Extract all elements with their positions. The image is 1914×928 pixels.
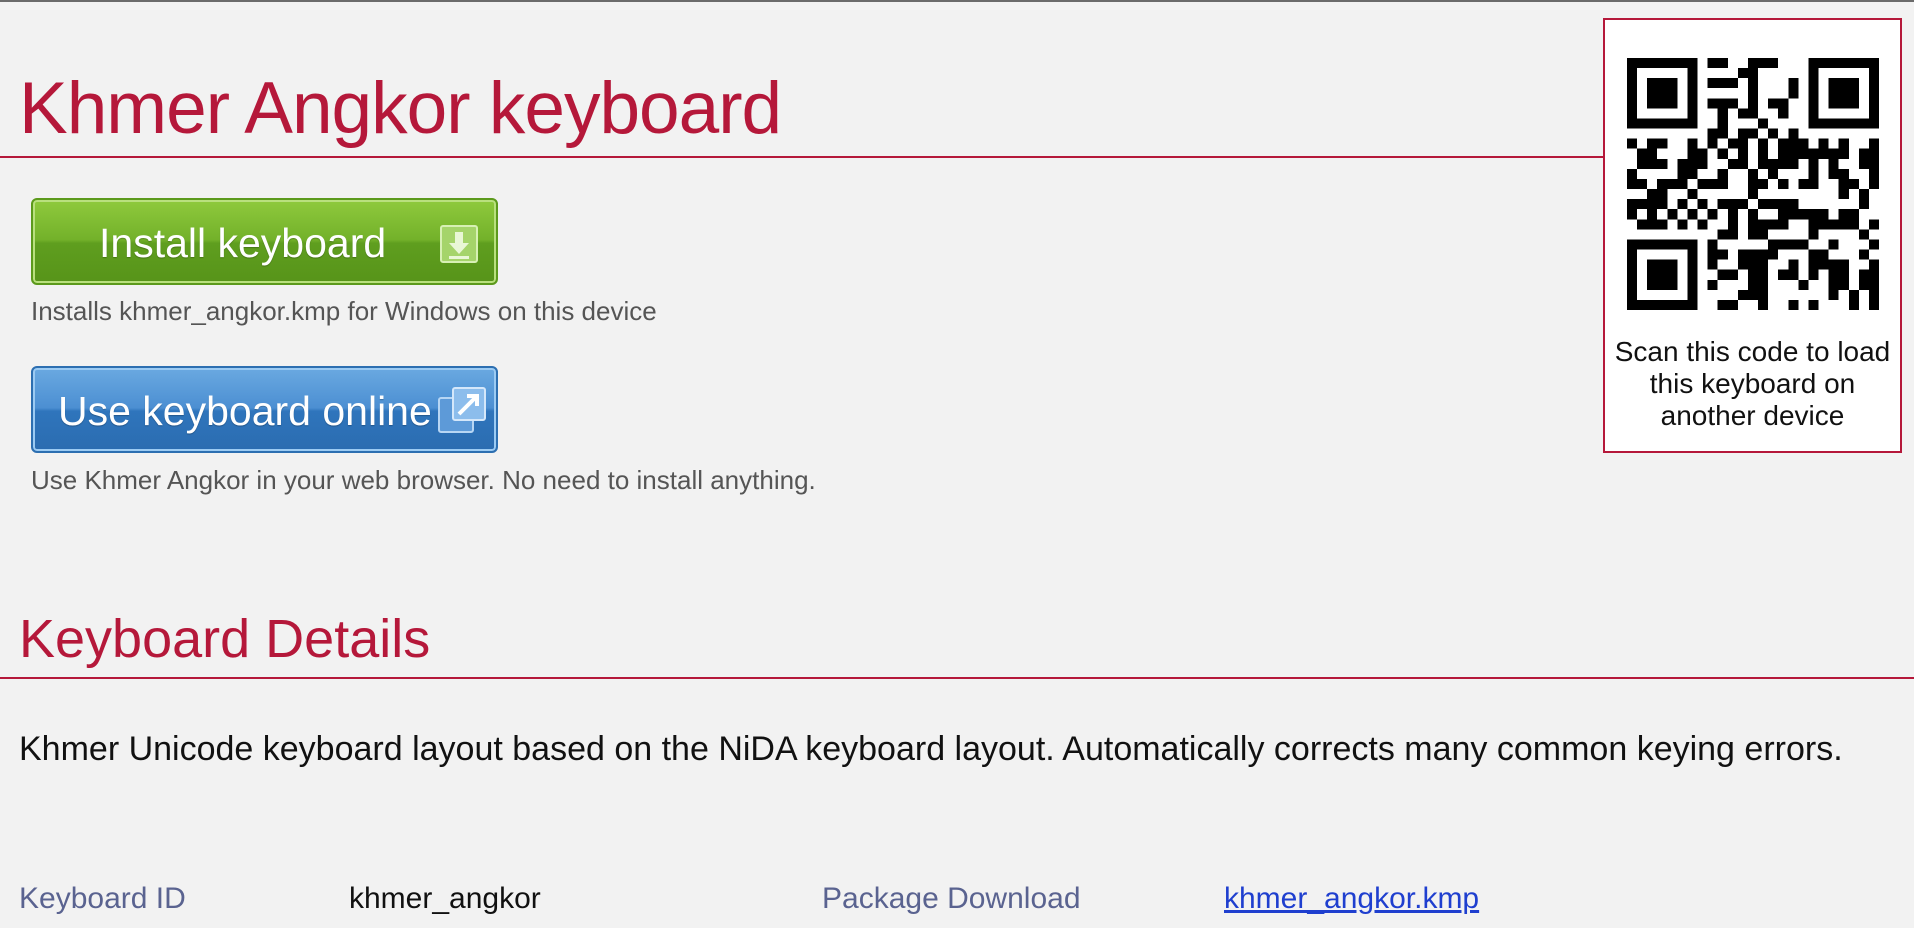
online-description: Use Khmer Angkor in your web browser. No… — [31, 465, 816, 495]
details-heading: Keyboard Details — [19, 609, 431, 669]
title-divider — [0, 156, 1604, 158]
use-online-button[interactable]: Use keyboard online — [31, 366, 498, 453]
keyboard-description: Khmer Unicode keyboard layout based on t… — [19, 730, 1843, 768]
install-keyboard-button[interactable]: Install keyboard — [31, 198, 498, 285]
qr-code-panel: Scan this code to load this keyboard on … — [1603, 18, 1902, 453]
install-keyboard-label: Install keyboard — [99, 220, 387, 266]
use-online-label: Use keyboard online — [58, 388, 432, 434]
package-download-label: Package Download — [822, 882, 1081, 915]
package-download-link[interactable]: khmer_angkor.kmp — [1224, 882, 1479, 916]
top-border — [0, 0, 1914, 2]
qr-code-icon — [1627, 58, 1879, 310]
keyboard-id-label: Keyboard ID — [19, 882, 186, 915]
keyboard-id-value: khmer_angkor — [349, 882, 541, 915]
external-link-icon — [437, 386, 491, 441]
page-title: Khmer Angkor keyboard — [19, 68, 782, 149]
qr-caption: Scan this code to load this keyboard on … — [1614, 336, 1891, 431]
download-icon — [440, 225, 478, 268]
details-divider — [0, 677, 1914, 679]
install-description: Installs khmer_angkor.kmp for Windows on… — [31, 296, 657, 326]
